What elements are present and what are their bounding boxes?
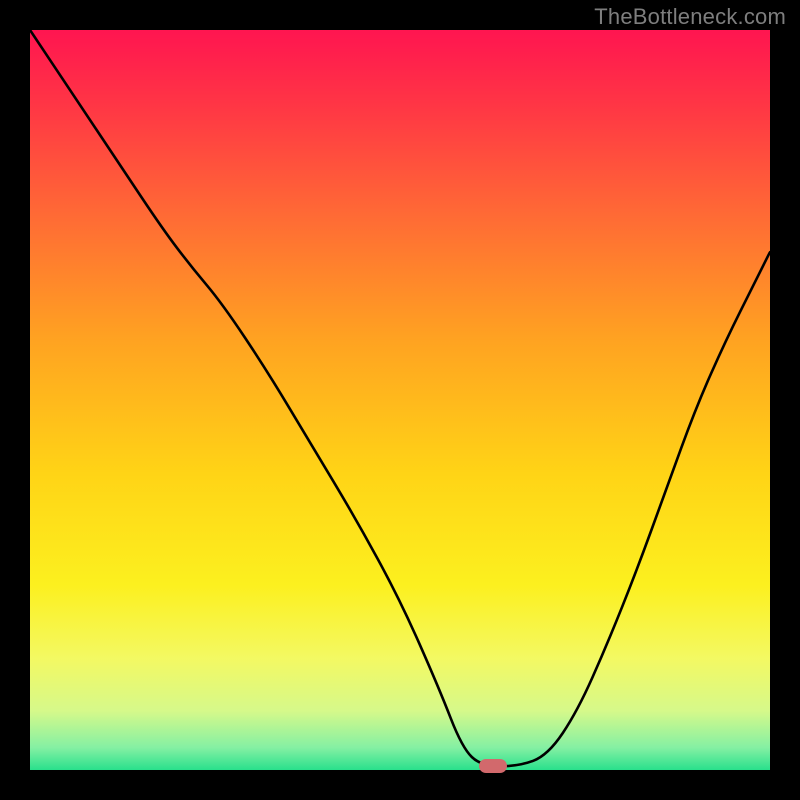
gradient-plot-area: [30, 30, 770, 770]
watermark-text: TheBottleneck.com: [594, 4, 786, 30]
optimal-marker: [479, 759, 507, 773]
chart-frame: TheBottleneck.com: [0, 0, 800, 800]
